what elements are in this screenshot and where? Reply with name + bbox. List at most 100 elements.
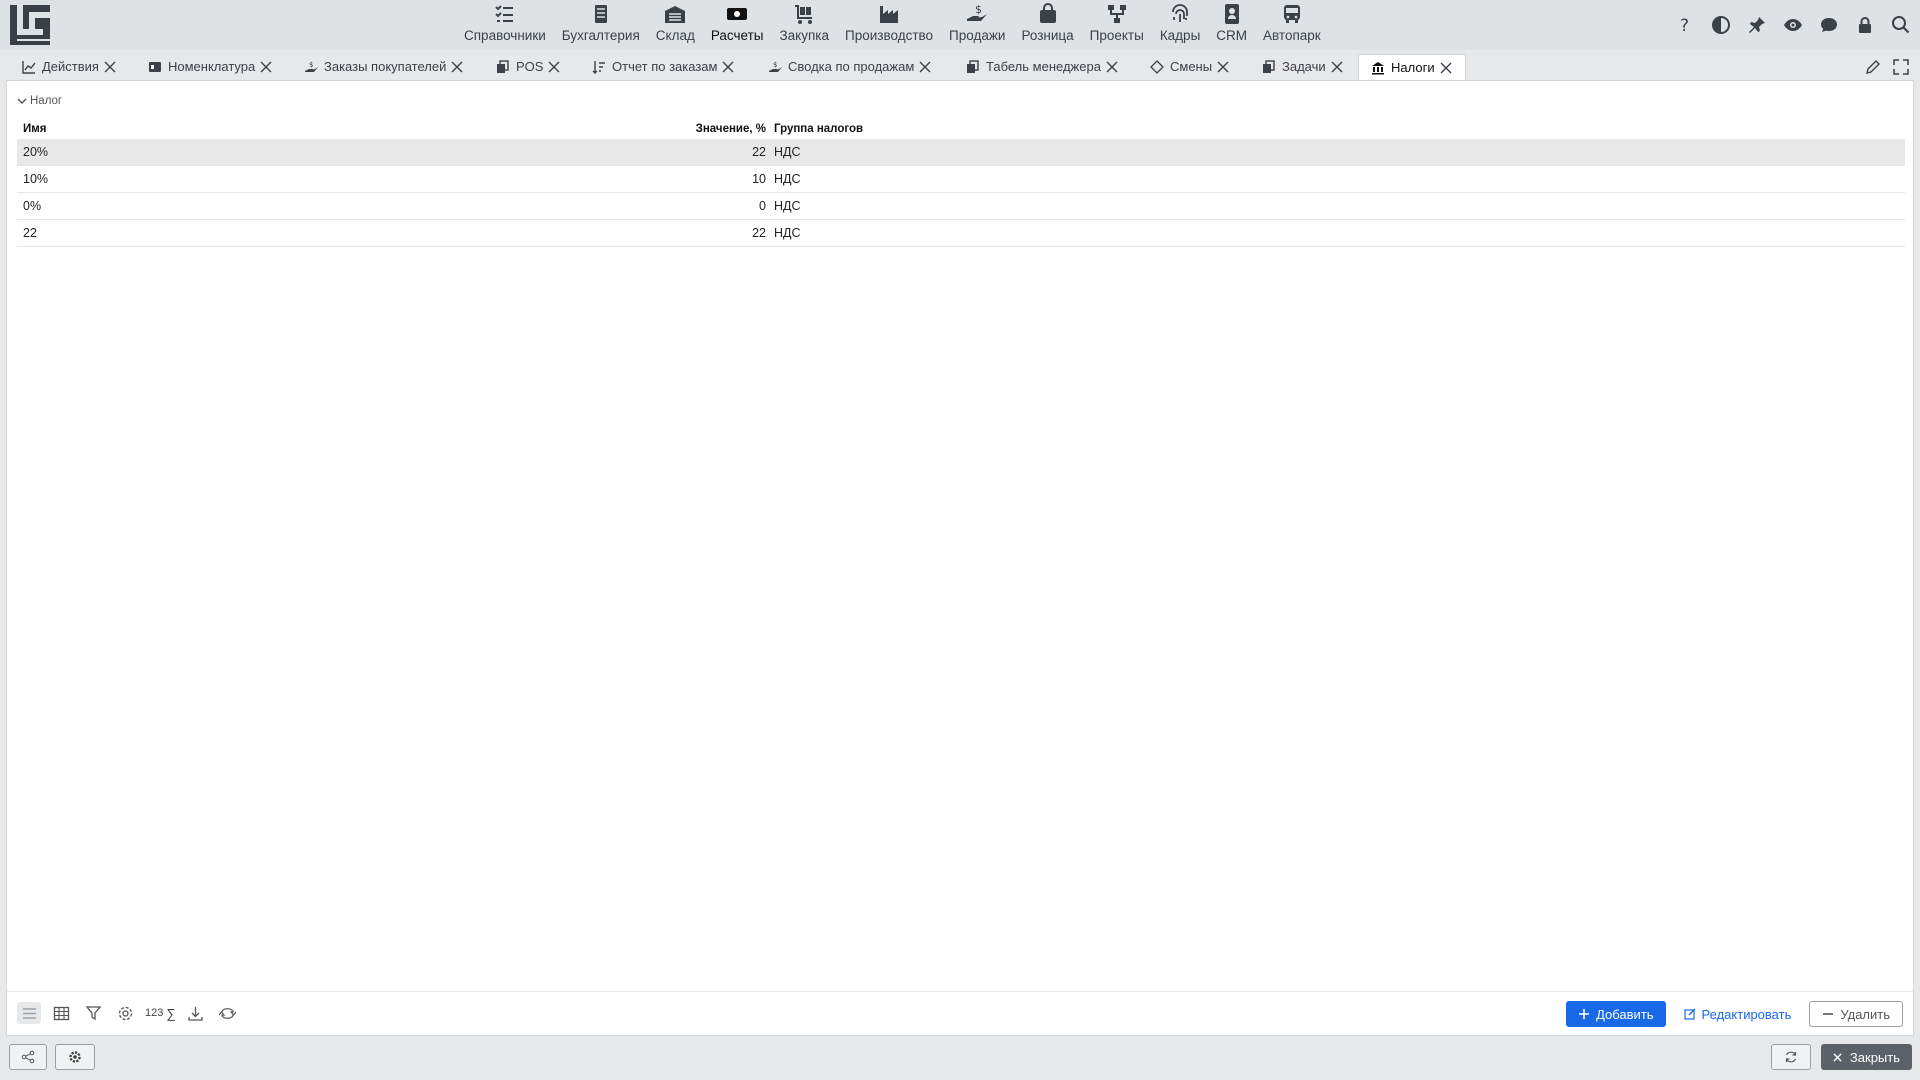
tab-label: Номенклатура xyxy=(168,59,256,74)
pin-icon[interactable] xyxy=(1744,12,1770,38)
chart-line-icon xyxy=(22,60,36,74)
close-icon[interactable] xyxy=(918,60,932,74)
tab-label: Табель менеджера xyxy=(986,59,1101,74)
close-icon[interactable] xyxy=(1105,60,1119,74)
close-icon xyxy=(1833,1052,1842,1062)
tab-orders-report[interactable]: Отчет по заказам xyxy=(592,54,735,79)
fullscreen-icon[interactable] xyxy=(1892,58,1910,79)
chat-icon[interactable] xyxy=(1816,12,1842,38)
cell-value: 22 xyxy=(752,145,766,159)
sort-icon xyxy=(592,60,606,74)
fingerprint-icon xyxy=(1172,4,1188,22)
menu-hr[interactable]: Кадры xyxy=(1152,0,1208,50)
sum-icon: ∑ xyxy=(166,1005,176,1021)
tab-label: POS xyxy=(516,59,544,74)
copy-icon xyxy=(1262,59,1276,74)
close-icon[interactable] xyxy=(103,60,117,74)
group-header[interactable]: Налог xyxy=(17,95,62,107)
gear-icon xyxy=(69,1051,81,1063)
menu-purchase[interactable]: Закупка xyxy=(772,0,838,50)
share-button[interactable] xyxy=(9,1044,47,1070)
delete-button[interactable]: Удалить xyxy=(1809,1001,1903,1027)
settings-button[interactable] xyxy=(55,1044,95,1070)
diamond-icon xyxy=(1150,59,1164,74)
menu-directories[interactable]: Справочники xyxy=(456,0,554,50)
menu-retail[interactable]: Розница xyxy=(1013,0,1081,50)
table-row[interactable]: 0% 0 НДС xyxy=(17,193,1905,220)
menu-warehouse[interactable]: Склад xyxy=(648,0,703,50)
menu-crm[interactable]: CRM xyxy=(1208,0,1255,50)
pencil-icon[interactable] xyxy=(1864,58,1882,79)
column-header-name[interactable]: Имя xyxy=(17,123,572,135)
menu-accounting[interactable]: Бухгалтерия xyxy=(554,0,648,50)
help-icon[interactable]: ? xyxy=(1672,12,1698,38)
ledger-icon xyxy=(594,5,607,23)
eye-icon[interactable] xyxy=(1780,12,1806,38)
table-row[interactable]: 10% 10 НДС xyxy=(17,166,1905,193)
close-icon[interactable] xyxy=(1216,60,1230,74)
bag-icon xyxy=(1039,3,1056,23)
lock-icon[interactable] xyxy=(1852,12,1878,38)
edit-button[interactable]: Редактировать xyxy=(1678,1001,1798,1027)
menu-fleet[interactable]: Автопарк xyxy=(1255,0,1329,50)
refresh-cycle-icon[interactable] xyxy=(216,1002,240,1024)
grid-view-icon[interactable] xyxy=(49,1002,73,1024)
hand-dollar-icon: $ xyxy=(967,3,988,21)
cell-name: 22 xyxy=(23,226,37,240)
menu-projects[interactable]: Проекты xyxy=(1082,0,1152,50)
table-row[interactable]: 22 22 НДС xyxy=(17,220,1905,247)
tab-manager-timesheet[interactable]: Табель менеджера xyxy=(966,54,1119,79)
tab-sales-summary[interactable]: $ Сводка по продажам xyxy=(768,54,932,79)
close-icon[interactable] xyxy=(1330,60,1344,74)
tab-label: Задачи xyxy=(1282,59,1326,74)
contact-card-icon xyxy=(1224,4,1239,24)
tab-customer-orders[interactable]: $ Заказы покупателей xyxy=(304,54,464,79)
tab-shifts[interactable]: Смены xyxy=(1150,54,1230,79)
search-icon[interactable] xyxy=(1888,12,1914,38)
add-button[interactable]: Добавить xyxy=(1566,1001,1666,1027)
cell-name: 0% xyxy=(23,199,42,213)
tab-tasks[interactable]: Задачи xyxy=(1262,54,1344,79)
panel-footer: 123 ∑ Добавить Редактировать Удалить xyxy=(7,991,1913,1035)
tab-taxes[interactable]: Налоги xyxy=(1358,54,1466,80)
column-header-value[interactable]: Значение, % xyxy=(572,123,774,135)
reload-button[interactable] xyxy=(1771,1044,1811,1070)
tab-nomenclature[interactable]: Номенклатура xyxy=(148,54,273,79)
minus-icon xyxy=(1823,1013,1834,1015)
totals-toggle[interactable]: 123 ∑ xyxy=(145,1002,176,1024)
list-view-icon[interactable] xyxy=(17,1002,41,1024)
hand-dollar-icon: $ xyxy=(768,60,782,74)
close-icon[interactable] xyxy=(1439,61,1453,75)
filter-icon[interactable] xyxy=(81,1002,105,1024)
cell-group: НДС xyxy=(774,145,801,159)
close-icon[interactable] xyxy=(450,60,464,74)
menu-label: CRM xyxy=(1216,28,1248,43)
table-row[interactable]: 20% 22 НДС xyxy=(17,139,1905,166)
tab-strip: Действия Номенклатура $ Заказы покупател… xyxy=(0,54,1920,80)
count-label: 123 xyxy=(145,1007,164,1019)
cell-group: НДС xyxy=(774,226,801,240)
column-header-group[interactable]: Группа налогов xyxy=(774,123,1905,135)
bus-icon xyxy=(1283,5,1300,23)
svg-text:$: $ xyxy=(773,61,777,69)
menu-sales[interactable]: $ Продажи xyxy=(941,0,1013,50)
tab-pos[interactable]: POS xyxy=(496,54,561,79)
action-buttons: Добавить Редактировать Удалить xyxy=(1566,1001,1903,1027)
menu-payments[interactable]: Расчеты xyxy=(703,0,772,50)
close-icon[interactable] xyxy=(547,60,561,74)
menu-production[interactable]: Производство xyxy=(837,0,941,50)
edit-button-label: Редактировать xyxy=(1701,1006,1792,1022)
bank-icon xyxy=(1371,61,1385,75)
close-icon[interactable] xyxy=(259,60,273,74)
contrast-icon[interactable] xyxy=(1708,12,1734,38)
close-icon[interactable] xyxy=(721,60,735,74)
download-icon[interactable] xyxy=(184,1002,208,1024)
cell-value: 22 xyxy=(752,226,766,240)
factory-icon xyxy=(880,6,899,23)
app-logo[interactable] xyxy=(8,3,52,47)
close-button[interactable]: Закрыть xyxy=(1820,1044,1912,1070)
share-icon xyxy=(21,1050,35,1064)
chevron-down-icon xyxy=(17,98,27,104)
tab-actions[interactable]: Действия xyxy=(22,54,117,79)
settings-icon[interactable] xyxy=(113,1002,137,1024)
